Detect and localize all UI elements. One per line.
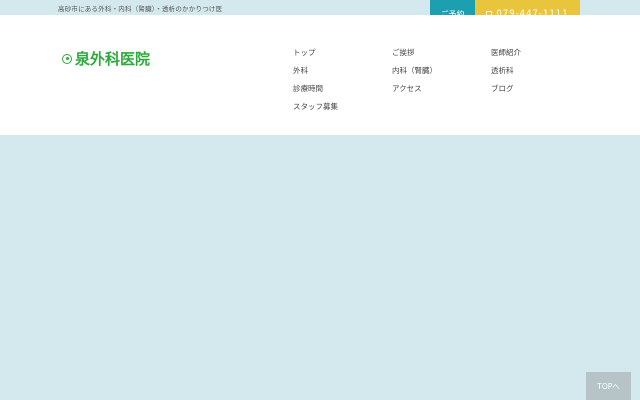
site-tagline: 高砂市にある外科・内科（腎臓）・透析のかかりつけ医	[58, 5, 223, 13]
nav-item-doctor[interactable]: 医師紹介	[491, 48, 590, 58]
logo-text: 泉外科医院	[75, 50, 151, 68]
nav-item-internal-medicine[interactable]: 内科（腎臓）	[392, 66, 491, 76]
main-nav: トップ ご挨拶 医師紹介 外科 内科（腎臓） 透析科 診療時間 アクセス ブログ…	[293, 48, 590, 112]
nav-item-dialysis[interactable]: 透析科	[491, 66, 590, 76]
back-to-top-button[interactable]: TOPへ	[586, 372, 631, 400]
site-header: 泉外科医院 トップ ご挨拶 医師紹介 外科 内科（腎臓） 透析科 診療時間 アク…	[0, 15, 640, 135]
clinic-logo-icon	[62, 53, 72, 64]
nav-item-recruit[interactable]: スタッフ募集	[293, 102, 392, 112]
nav-item-top[interactable]: トップ	[293, 48, 392, 58]
nav-item-surgery[interactable]: 外科	[293, 66, 392, 76]
nav-item-access[interactable]: アクセス	[392, 84, 491, 94]
site-logo[interactable]: 泉外科医院	[62, 48, 150, 69]
nav-item-blog[interactable]: ブログ	[491, 84, 590, 94]
nav-item-hours[interactable]: 診療時間	[293, 84, 392, 94]
nav-item-greeting[interactable]: ご挨拶	[392, 48, 491, 58]
